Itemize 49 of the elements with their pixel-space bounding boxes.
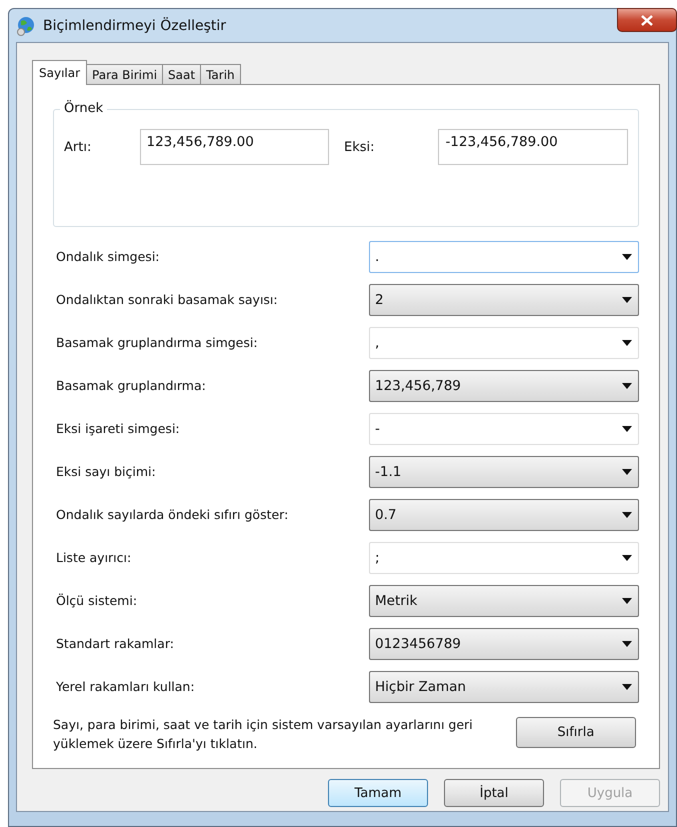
combo-box[interactable]: 0123456789 [369, 628, 639, 660]
combo-box[interactable]: - [369, 412, 639, 444]
window-title: Biçimlendirmeyi Özelleştir [43, 18, 226, 34]
setting-label: Yerel rakamları kullan: [55, 679, 195, 694]
caret-icon [622, 340, 632, 346]
tab[interactable]: Para Birimi [86, 64, 164, 84]
setting-label: Liste ayırıcı: [55, 550, 132, 565]
combo-box[interactable]: , [369, 326, 639, 358]
tab[interactable]: Saat [162, 64, 202, 84]
reset-description: Sayı, para birimi, saat ve tarih için sistem varsayılan ayarlarını geri yüklemek üzere Sıfırla'yı tıklatın. [53, 716, 474, 753]
reset-button[interactable]: Sıfırla [516, 717, 636, 748]
setting-label: Basamak gruplandırma: [55, 378, 206, 393]
setting-label: Basamak gruplandırma simgesi: [55, 335, 258, 350]
globe-icon [16, 16, 36, 36]
caret-icon [622, 382, 632, 388]
sample-field: 123,456,789.00 [140, 129, 330, 165]
setting-label: Ölçü sistemi: [55, 593, 138, 608]
setting-label: Ondalık simgesi: [55, 249, 160, 264]
tab[interactable]: Tarih [200, 64, 241, 84]
setting-label: Eksi sayı biçimi: [55, 464, 156, 479]
combo-box[interactable]: -1.1 [369, 456, 639, 488]
caret-icon [622, 296, 632, 302]
combo-box[interactable]: 123,456,789 [369, 370, 639, 402]
combo-box[interactable]: Metrik [369, 584, 639, 616]
caret-icon [622, 426, 632, 432]
field-label: Eksi: [343, 140, 376, 154]
setting-label: Ondalıktan sonraki basamak sayısı: [55, 292, 278, 307]
caret-icon [622, 512, 632, 518]
close-icon [641, 14, 653, 26]
combo-box[interactable]: 2 [369, 284, 639, 316]
dialog-button[interactable]: Tamam [328, 779, 428, 807]
caret-icon [622, 254, 632, 260]
setting-label: Eksi işareti simgesi: [55, 421, 180, 436]
sample-field: -123,456,789.00 [438, 129, 628, 165]
caret-icon [622, 468, 632, 474]
caret-icon [622, 684, 632, 690]
combo-box[interactable]: ; [369, 542, 639, 574]
dialog-button[interactable]: İptal [444, 779, 544, 807]
combo-box[interactable]: Hiçbir Zaman [369, 670, 639, 702]
combo-box[interactable]: 0.7 [369, 498, 639, 530]
caret-icon [622, 554, 632, 560]
caret-icon [622, 640, 632, 646]
tab[interactable]: Sayılar [32, 60, 88, 85]
setting-label: Ondalık sayılarda öndeki sıfırı göster: [55, 507, 288, 522]
setting-label: Standart rakamlar: [55, 636, 174, 651]
close-button[interactable] [617, 8, 677, 32]
caret-icon [622, 598, 632, 604]
field-label: Artı: [64, 140, 92, 154]
combo-box[interactable]: . [369, 240, 639, 272]
